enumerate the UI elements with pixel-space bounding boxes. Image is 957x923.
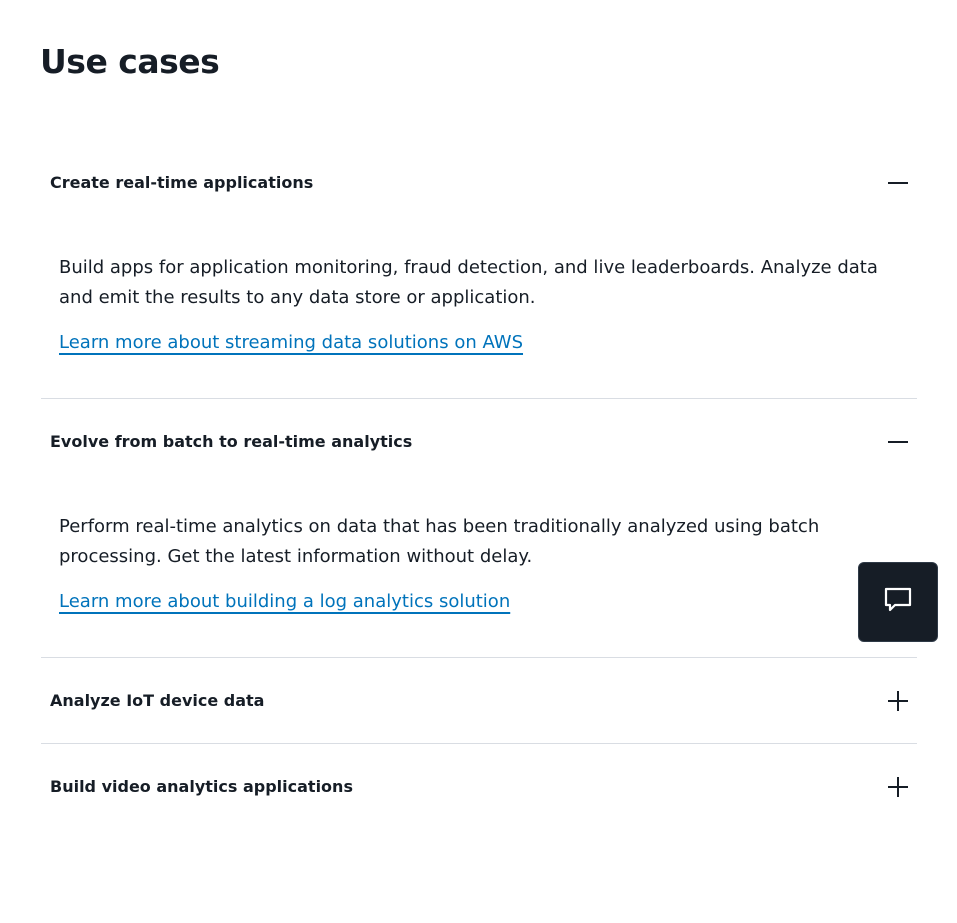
accordion-header[interactable]: Create real-time applications [41,140,917,225]
accordion-item-title: Build video analytics applications [50,777,353,796]
chat-button[interactable] [858,562,938,642]
accordion-header[interactable]: Evolve from batch to real-time analytics [41,399,917,484]
accordion-header[interactable]: Analyze IoT device data [41,658,917,743]
accordion-item-evolve-batch-to-real-time: Evolve from batch to real-time analytics… [41,398,917,657]
accordion-item-title: Create real-time applications [50,173,314,192]
accordion-item-build-video-analytics: Build video analytics applications [41,743,917,829]
accordion-item-title: Analyze IoT device data [50,691,265,710]
plus-icon[interactable] [887,690,909,712]
learn-more-link[interactable]: Learn more about building a log analytic… [59,591,510,613]
accordion-item-analyze-iot-device-data: Analyze IoT device data [41,657,917,743]
accordion-panel: Perform real-time analytics on data that… [41,484,917,657]
accordion-description: Build apps for application monitoring, f… [59,257,878,308]
page-title: Use cases [40,42,220,81]
accordion-header[interactable]: Build video analytics applications [41,744,917,829]
chat-bubble-icon [883,586,913,618]
minus-icon[interactable] [887,172,909,194]
accordion-item-title: Evolve from batch to real-time analytics [50,432,413,451]
minus-icon[interactable] [887,431,909,453]
learn-more-link[interactable]: Learn more about streaming data solution… [59,332,523,354]
page: Use cases Create real-time applications … [0,0,957,923]
accordion-item-create-real-time-applications: Create real-time applications Build apps… [41,140,917,398]
plus-icon[interactable] [887,776,909,798]
use-cases-accordion: Create real-time applications Build apps… [41,140,917,829]
accordion-description: Perform real-time analytics on data that… [59,516,820,567]
accordion-panel: Build apps for application monitoring, f… [41,225,917,398]
